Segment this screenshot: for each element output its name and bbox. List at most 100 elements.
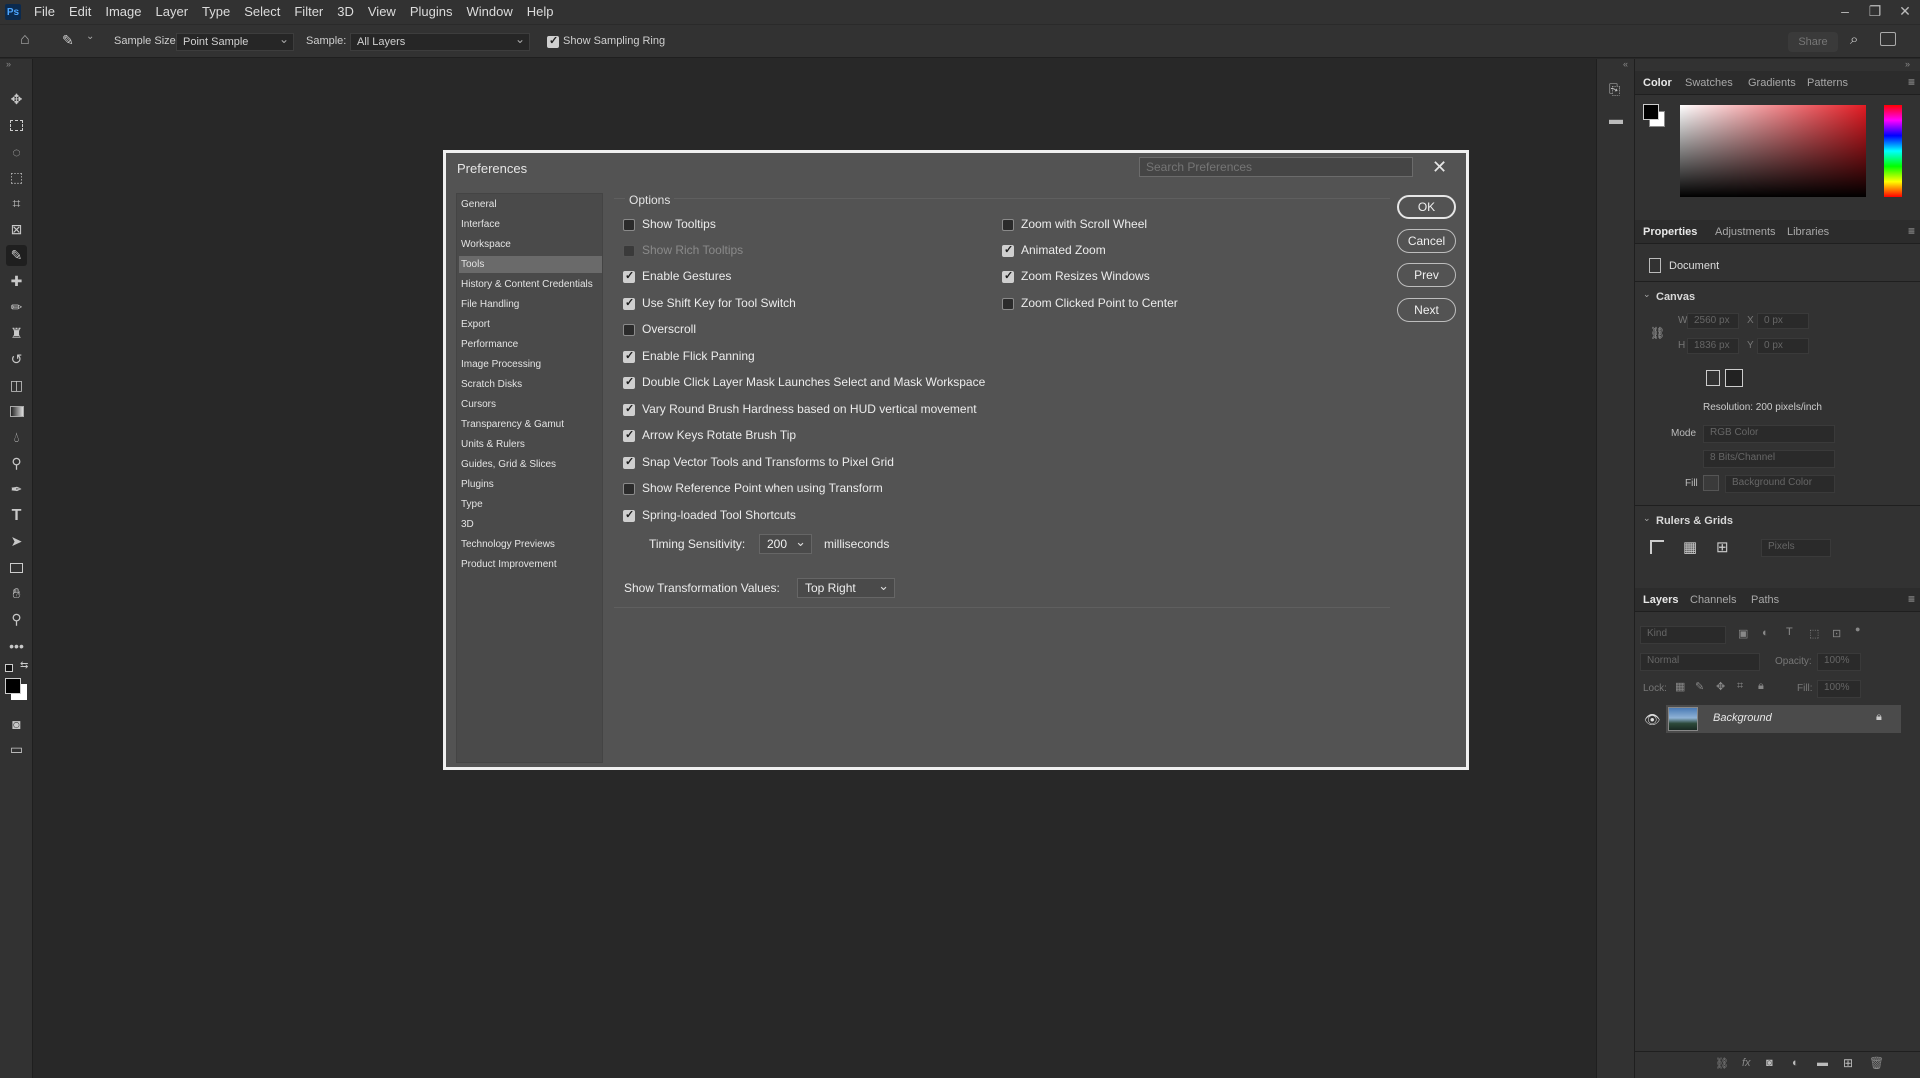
blend-mode-select[interactable]: Normal xyxy=(1640,653,1760,671)
menu-filter[interactable]: Filter xyxy=(287,0,330,24)
overscroll-checkbox[interactable] xyxy=(623,324,635,336)
rulers-icon[interactable] xyxy=(1650,540,1664,554)
lock-position-icon[interactable]: ✥ xyxy=(1716,680,1725,693)
prev-button[interactable]: Prev xyxy=(1397,263,1456,287)
tab-adjustments[interactable]: Adjustments xyxy=(1715,226,1776,238)
new-layer-icon[interactable]: ⊞ xyxy=(1843,1056,1853,1070)
filter-pixel-icon[interactable]: ▣ xyxy=(1738,627,1748,640)
foreground-color-swatch[interactable] xyxy=(5,678,21,694)
history-panel-icon[interactable]: ⎘ xyxy=(1609,81,1620,98)
x-input[interactable]: 0 px xyxy=(1757,313,1809,329)
menu-image[interactable]: Image xyxy=(98,0,148,24)
y-input[interactable]: 0 px xyxy=(1757,338,1809,354)
search-icon[interactable]: ⌕ xyxy=(1850,31,1858,48)
collapse-toolbar-icon[interactable]: » xyxy=(6,59,11,69)
close-window-icon[interactable]: ✕ xyxy=(1890,0,1920,24)
nav-file-handling[interactable]: File Handling xyxy=(461,299,519,310)
nav-interface[interactable]: Interface xyxy=(461,219,500,230)
zoom-resizes-windows-checkbox[interactable] xyxy=(1002,269,1014,283)
layer-kind-filter[interactable]: Kind xyxy=(1640,626,1726,644)
menu-view[interactable]: View xyxy=(361,0,403,24)
link-layers-icon[interactable]: ⛓ xyxy=(1715,1057,1729,1070)
new-group-icon[interactable]: ▬ xyxy=(1817,1057,1828,1069)
menu-type[interactable]: Type xyxy=(195,0,237,24)
show-reference-point-checkbox[interactable] xyxy=(623,483,635,495)
screen-mode-icon[interactable]: ▭ xyxy=(6,739,27,760)
properties-panel-menu-icon[interactable]: ≡ xyxy=(1908,224,1915,238)
hue-slider[interactable] xyxy=(1884,105,1902,197)
sample-select[interactable]: All Layers xyxy=(350,32,530,51)
layer-name[interactable]: Background xyxy=(1713,712,1772,724)
snap-vector-tools-checkbox[interactable] xyxy=(623,455,635,469)
nav-guides-grid[interactable]: Guides, Grid & Slices xyxy=(461,459,556,470)
gradient-tool-icon[interactable] xyxy=(6,401,27,422)
zoom-tool-icon[interactable]: ⚲ xyxy=(6,609,27,630)
nav-technology-previews[interactable]: Technology Previews xyxy=(461,539,555,550)
cancel-button[interactable]: Cancel xyxy=(1397,229,1456,253)
menu-select[interactable]: Select xyxy=(237,0,287,24)
mode-select[interactable]: RGB Color xyxy=(1703,425,1835,443)
nav-image-processing[interactable]: Image Processing xyxy=(461,359,541,370)
bit-depth-select[interactable]: 8 Bits/Channel xyxy=(1703,450,1835,468)
nav-3d[interactable]: 3D xyxy=(461,519,474,530)
grid-icon[interactable]: ▦ xyxy=(1683,538,1697,556)
workspace-icon[interactable] xyxy=(1880,32,1896,46)
lock-all-icon[interactable]: 🔒︎ xyxy=(1758,680,1764,693)
minimize-icon[interactable]: – xyxy=(1830,0,1860,24)
color-panel-menu-icon[interactable]: ≡ xyxy=(1908,75,1915,89)
filter-adjustment-icon[interactable]: ◐ xyxy=(1762,627,1769,639)
menu-window[interactable]: Window xyxy=(459,0,519,24)
menu-file[interactable]: File xyxy=(27,0,62,24)
sample-size-select[interactable]: Point Sample xyxy=(176,32,294,51)
nav-type[interactable]: Type xyxy=(461,499,483,510)
portrait-orientation-icon[interactable] xyxy=(1706,370,1720,386)
tab-gradients[interactable]: Gradients xyxy=(1748,77,1796,89)
collapse-strip-icon[interactable]: « xyxy=(1623,59,1628,69)
nav-performance[interactable]: Performance xyxy=(461,339,518,350)
rectangle-tool-icon[interactable] xyxy=(6,557,27,578)
lock-transparent-icon[interactable]: ▦ xyxy=(1675,680,1685,693)
animated-zoom-checkbox[interactable] xyxy=(1002,243,1014,257)
crop-tool-icon[interactable]: ⌗ xyxy=(6,193,27,214)
landscape-orientation-icon[interactable] xyxy=(1725,369,1743,387)
opacity-input[interactable]: 100% xyxy=(1817,653,1861,671)
blur-tool-icon[interactable]: 💧︎ xyxy=(6,427,27,448)
pen-tool-icon[interactable]: ✒ xyxy=(6,479,27,500)
enable-flick-panning-checkbox[interactable] xyxy=(623,349,635,363)
filter-smart-object-icon[interactable]: ⊡ xyxy=(1832,627,1841,640)
layer-style-icon[interactable]: fx xyxy=(1742,1057,1751,1069)
nav-cursors[interactable]: Cursors xyxy=(461,399,496,410)
color-picker-field[interactable] xyxy=(1680,105,1866,197)
nav-product-improvement[interactable]: Product Improvement xyxy=(461,559,557,570)
fill-swatch[interactable] xyxy=(1703,475,1719,491)
path-selection-tool-icon[interactable]: ➤ xyxy=(6,531,27,552)
type-tool-icon[interactable]: T xyxy=(6,505,27,526)
layers-panel-menu-icon[interactable]: ≡ xyxy=(1908,592,1915,606)
history-brush-tool-icon[interactable]: ↺ xyxy=(6,349,27,370)
marquee-tool-icon[interactable] xyxy=(6,115,27,136)
width-input[interactable]: 2560 px xyxy=(1687,313,1739,329)
swap-colors-icon[interactable]: ⇆ xyxy=(20,660,28,671)
tool-preset-chevron-icon[interactable]: ⌄ xyxy=(86,31,94,42)
lock-pixels-icon[interactable]: ✎ xyxy=(1695,680,1704,693)
next-button[interactable]: Next xyxy=(1397,298,1456,322)
close-icon[interactable]: ✕ xyxy=(1432,157,1447,178)
lasso-tool-icon[interactable]: ◌ xyxy=(6,141,27,162)
dodge-tool-icon[interactable]: ⚲ xyxy=(6,453,27,474)
height-input[interactable]: 1836 px xyxy=(1687,338,1739,354)
transformation-values-select[interactable]: Top Right xyxy=(797,578,895,598)
nav-units-rulers[interactable]: Units & Rulers xyxy=(461,439,525,450)
fill-opacity-input[interactable]: 100% xyxy=(1817,680,1861,698)
more-tools-icon[interactable]: ••• xyxy=(6,635,27,656)
quick-mask-icon[interactable]: ◙ xyxy=(6,713,27,734)
brush-tool-icon[interactable]: ✏ xyxy=(6,297,27,318)
menu-edit[interactable]: Edit xyxy=(62,0,98,24)
tab-properties[interactable]: Properties xyxy=(1643,226,1697,238)
vary-brush-hardness-checkbox[interactable] xyxy=(623,402,635,416)
tab-swatches[interactable]: Swatches xyxy=(1685,77,1733,89)
link-dimensions-icon[interactable]: ⛓ xyxy=(1650,326,1665,340)
default-colors-icon[interactable] xyxy=(5,664,13,672)
nav-export[interactable]: Export xyxy=(461,319,490,330)
zoom-scroll-wheel-checkbox[interactable] xyxy=(1002,219,1014,231)
layer-row-background[interactable]: Background 🔒︎ xyxy=(1666,705,1901,733)
